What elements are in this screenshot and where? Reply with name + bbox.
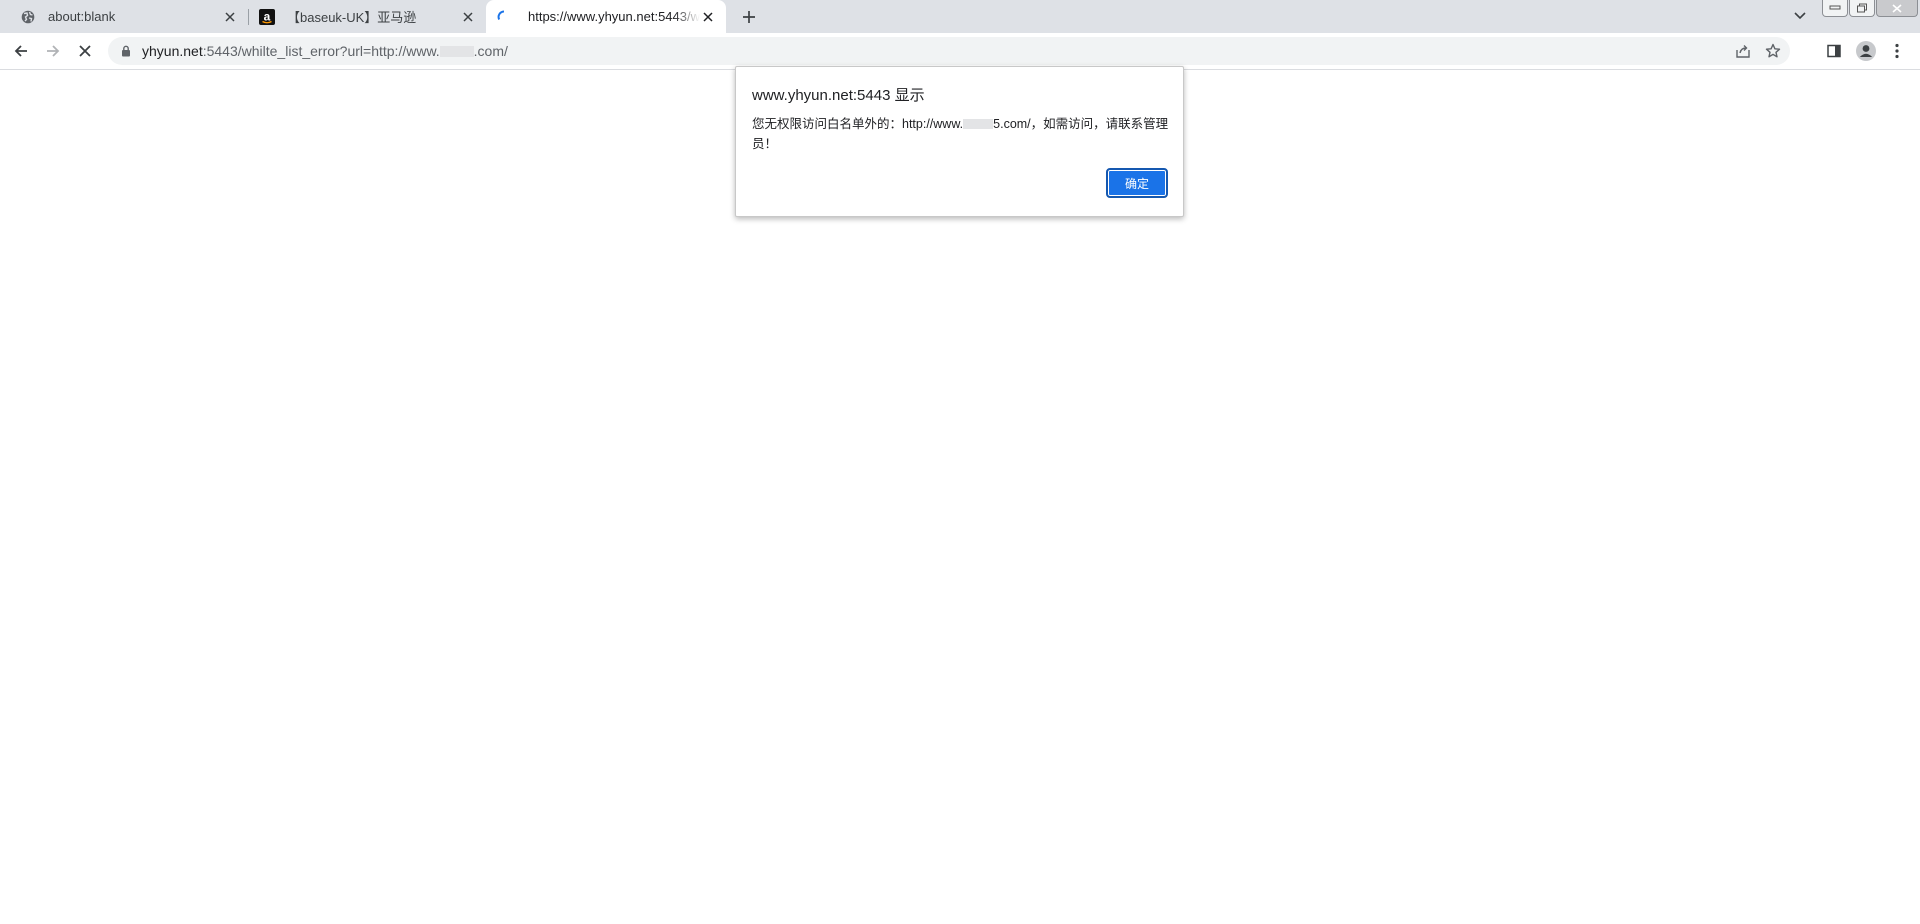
ok-button[interactable]: 确定	[1106, 168, 1168, 198]
side-panel-button[interactable]	[1822, 39, 1846, 63]
tab-about-blank[interactable]: about:blank	[0, 0, 248, 33]
more-menu-icon[interactable]	[1885, 39, 1909, 63]
dialog-title: www.yhyun.net:5443 显示	[752, 87, 925, 104]
stop-loading-button[interactable]	[73, 39, 97, 63]
close-tab-icon[interactable]	[460, 9, 476, 25]
restore-button[interactable]	[1849, 0, 1875, 17]
tab-amazon[interactable]: a 【baseuk-UK】亚马逊	[248, 0, 486, 33]
close-window-button[interactable]	[1876, 0, 1918, 17]
amazon-logo-icon: a	[259, 8, 275, 25]
message-text: 您无权限访问白名单外的：http://www.	[752, 117, 964, 131]
tab-title: https://www.yhyun.net:5443/w	[528, 9, 700, 24]
profile-avatar-icon[interactable]	[1854, 39, 1878, 63]
loading-spinner-icon	[496, 9, 512, 25]
url-suffix: .com/	[473, 43, 508, 59]
alert-dialog: www.yhyun.net:5443 显示 您无权限访问白名单外的：http:/…	[735, 66, 1184, 217]
url-host: yhyun.net	[142, 43, 203, 59]
minimize-button[interactable]	[1822, 0, 1848, 17]
tab-strip: about:blank a 【baseuk-UK】亚马逊 https://www…	[0, 0, 1920, 33]
forward-button[interactable]	[41, 39, 65, 63]
svg-text:a: a	[264, 9, 271, 23]
lock-icon[interactable]	[118, 43, 134, 59]
bookmark-star-icon[interactable]	[1764, 42, 1782, 60]
tab-title: about:blank	[48, 9, 116, 24]
close-tab-icon[interactable]	[700, 9, 716, 25]
new-tab-button[interactable]	[738, 6, 760, 28]
dialog-message: 您无权限访问白名单外的：http://www. 5.com/，如需访问，请联系管理…	[752, 114, 1170, 154]
redacted-block	[439, 46, 474, 57]
tab-search-chevron-icon[interactable]	[1790, 6, 1810, 26]
back-button[interactable]	[9, 39, 33, 63]
globe-icon	[20, 9, 36, 25]
browser-toolbar: yhyun.net:5443/whilte_list_error?url=htt…	[0, 33, 1920, 70]
url-path: :5443/whilte_list_error?url=http://www.	[202, 43, 440, 59]
share-icon[interactable]	[1734, 42, 1752, 60]
url-text[interactable]: yhyun.net:5443/whilte_list_error?url=htt…	[142, 37, 508, 65]
tab-yhyun[interactable]: https://www.yhyun.net:5443/w	[486, 0, 726, 33]
redacted-block	[963, 119, 994, 129]
window-controls	[1822, 0, 1919, 17]
address-bar[interactable]: yhyun.net:5443/whilte_list_error?url=htt…	[108, 37, 1790, 65]
tab-title: 【baseuk-UK】亚马逊	[287, 10, 417, 25]
close-tab-icon[interactable]	[222, 9, 238, 25]
